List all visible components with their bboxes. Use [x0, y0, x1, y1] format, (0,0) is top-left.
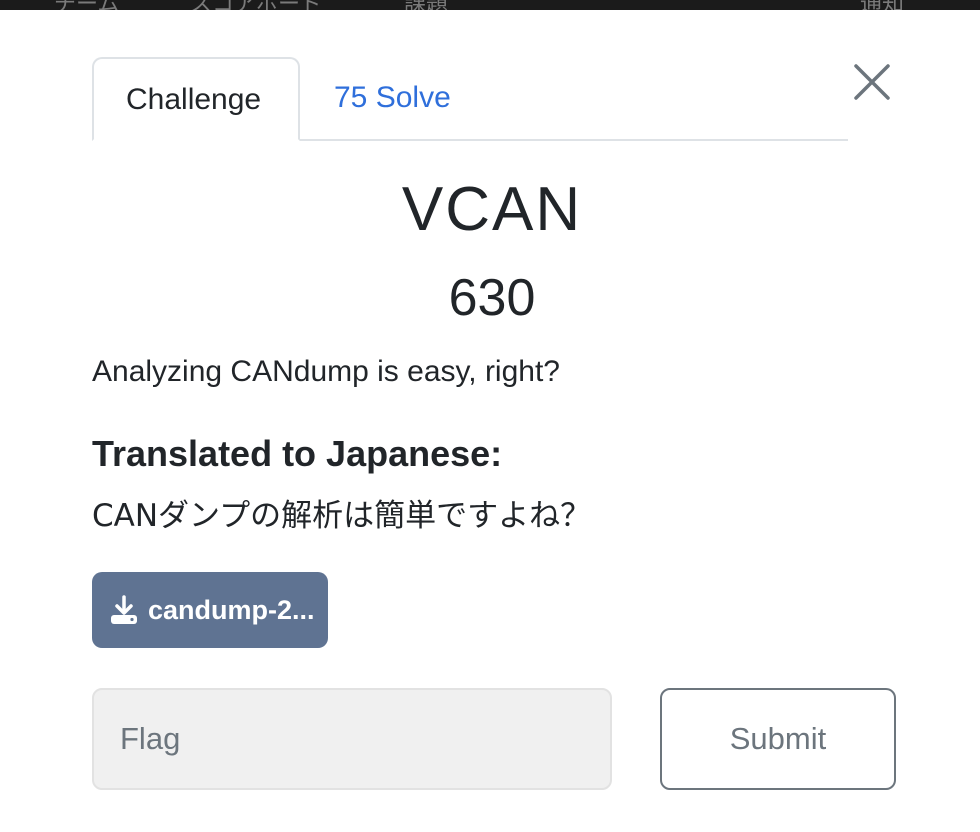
backdrop-nav-item: 課題 — [404, 0, 448, 10]
challenge-title: VCAN — [401, 175, 583, 244]
tab-challenge[interactable]: Challenge — [92, 57, 300, 141]
download-file-button[interactable]: candump-2... — [92, 572, 328, 648]
flag-input[interactable] — [92, 688, 612, 790]
japanese-description: CANダンプの解析は簡単ですよね？ — [92, 498, 592, 534]
modal-tabs: Challenge 75 Solve — [92, 57, 848, 141]
tab-solves[interactable]: 75 Solve — [302, 57, 483, 139]
challenge-points: 630 — [448, 269, 536, 327]
submit-button[interactable]: Submit — [660, 688, 896, 790]
backdrop-navbar: チーム スコアボード 課題 通知 — [0, 0, 980, 10]
download-file-label: candump-2... — [148, 594, 315, 625]
backdrop-nav-item: チーム — [54, 0, 119, 10]
backdrop-nav-item: スコアボード — [190, 0, 322, 10]
close-icon[interactable] — [852, 62, 892, 102]
challenge-modal: Challenge 75 Solve VCAN 630 Analyzing CA… — [0, 10, 980, 832]
translation-heading: Translated to Japanese: — [92, 433, 503, 474]
backdrop-nav-item: 通知 — [860, 0, 904, 10]
challenge-description: Analyzing CANdump is easy, right? — [92, 355, 560, 388]
download-icon — [111, 595, 137, 624]
